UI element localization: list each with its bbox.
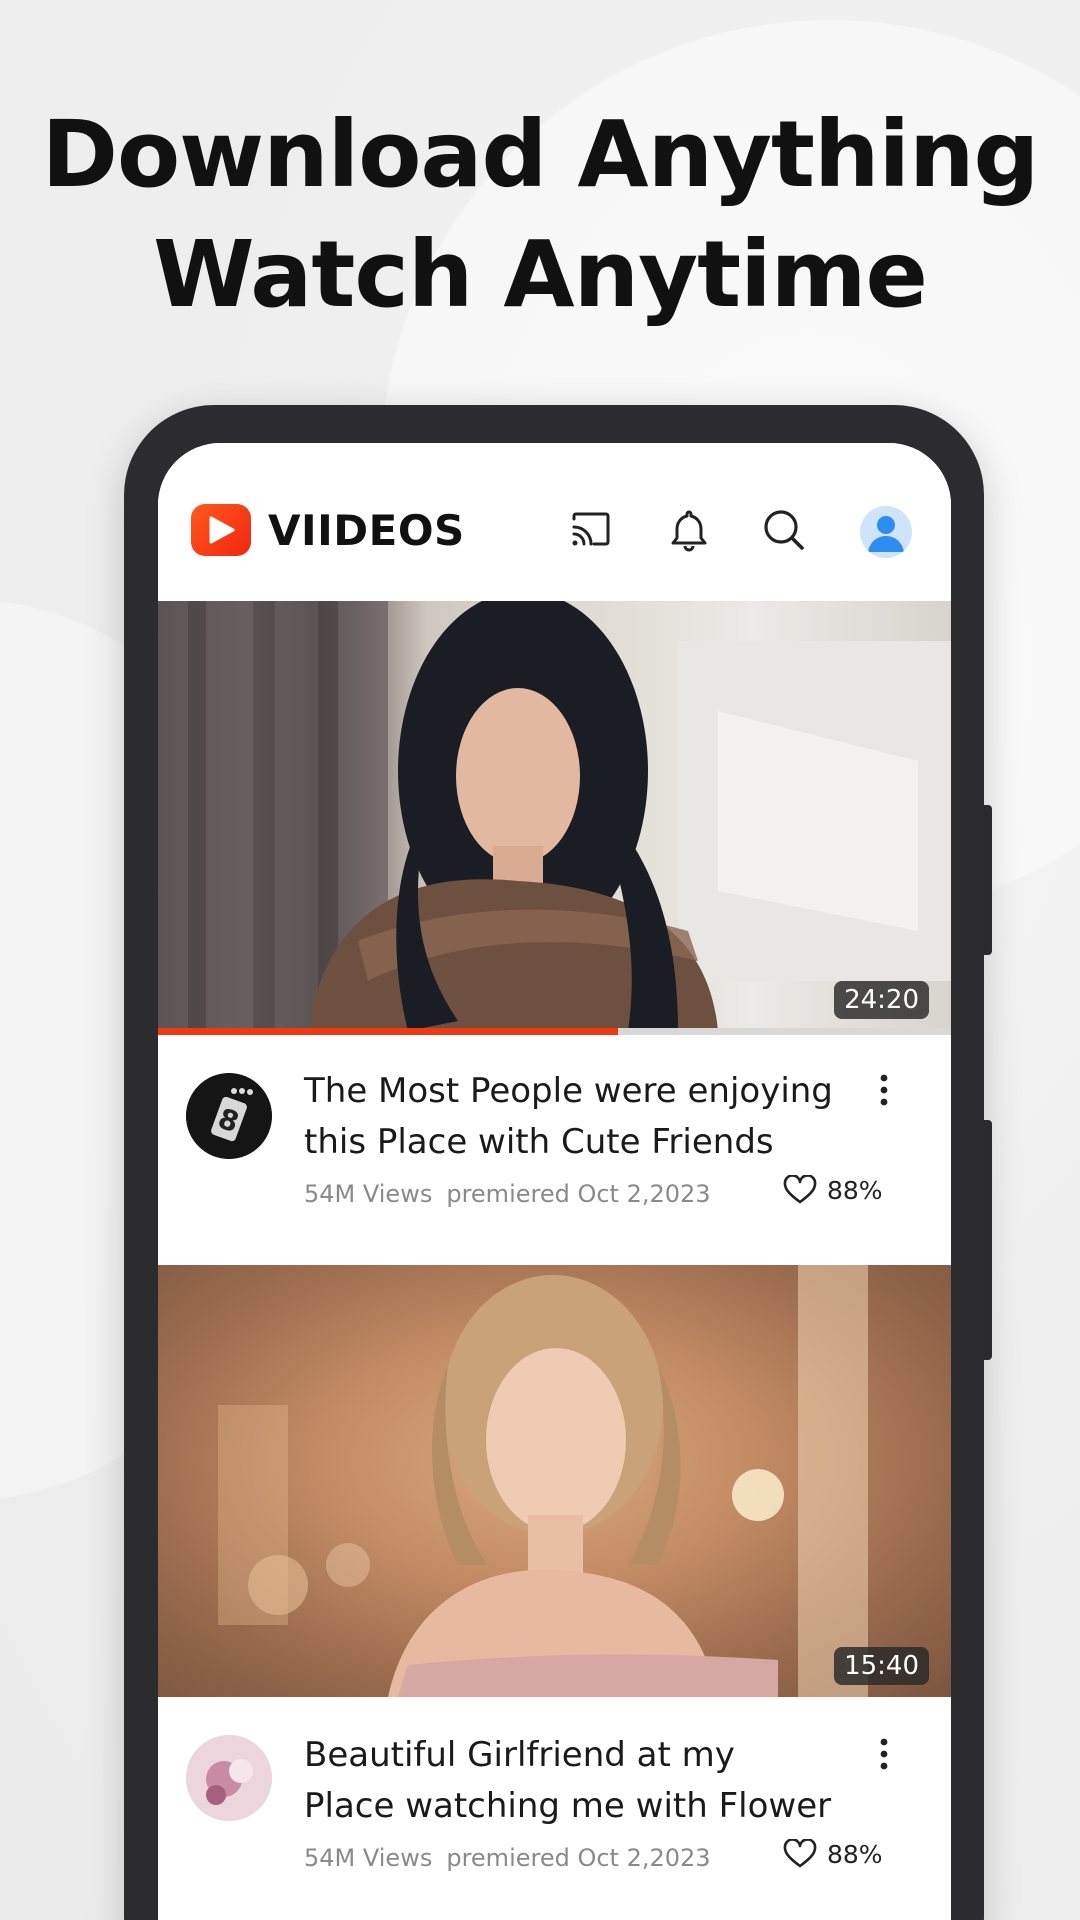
channel-avatar[interactable] [186,1735,272,1821]
video-meta: 54M Views premiered Oct 2,2023 [304,1180,711,1208]
video-meta: 54M Views premiered Oct 2,2023 [304,1844,711,1872]
promo-stage: Download Anything Watch Anytime VIIDEOS [0,0,1080,1920]
like-percentage: 88% [827,1175,883,1205]
play-icon [209,516,235,544]
video-title[interactable]: Beautiful Girlfriend at my Place watchin… [304,1730,884,1832]
video-thumbnail[interactable]: 15:40 [158,1265,951,1697]
cast-icon[interactable] [568,507,614,553]
like-percentage: 88% [827,1839,883,1869]
app-brand-name: VIIDEOS [268,506,465,555]
heart-icon [783,1839,817,1868]
view-count: 54M Views [304,1180,433,1208]
video-title-line: Beautiful Girlfriend at my [304,1735,735,1775]
profile-avatar[interactable] [860,506,912,558]
app-header: VIIDEOS [158,443,951,601]
video-title-line: this Place with Cute Friends [304,1122,774,1162]
video-title[interactable]: The Most People were enjoying this Place… [304,1066,884,1168]
premiere-date: premiered Oct 2,2023 [446,1844,711,1872]
headline-line-1: Download Anything [41,101,1040,208]
video-duration: 24:20 [834,981,929,1019]
channel-avatar[interactable]: 8 [186,1073,272,1159]
more-options-icon[interactable] [876,1735,892,1775]
video-title-line: Place watching me with Flower [304,1786,832,1826]
channel-logo [186,1735,272,1821]
more-options-icon[interactable] [876,1071,892,1111]
phone-screen: VIIDEOS 24:20 8 The Most People were enj… [158,443,951,1920]
thumbnail-image [218,1265,868,1697]
headline-line-2: Watch Anytime [153,221,928,328]
search-icon[interactable] [761,507,807,553]
video-duration: 15:40 [834,1647,929,1685]
phone-side-button [984,1120,992,1360]
like-rating[interactable]: 88% [783,1839,883,1869]
premiere-date: premiered Oct 2,2023 [446,1180,711,1208]
heart-icon [783,1175,817,1204]
channel-logo: 8 [186,1073,272,1159]
view-count: 54M Views [304,1844,433,1872]
watch-progress-fill [158,1028,618,1035]
video-thumbnail[interactable]: 24:20 [158,601,951,1031]
video-title-line: The Most People were enjoying [304,1071,833,1111]
user-icon [868,516,904,552]
watch-progress-bar [158,1028,951,1035]
phone-side-button [984,805,992,955]
app-logo[interactable] [191,504,251,556]
thumbnail-image [158,601,951,1031]
like-rating[interactable]: 88% [783,1175,883,1205]
bell-icon[interactable] [666,507,712,553]
